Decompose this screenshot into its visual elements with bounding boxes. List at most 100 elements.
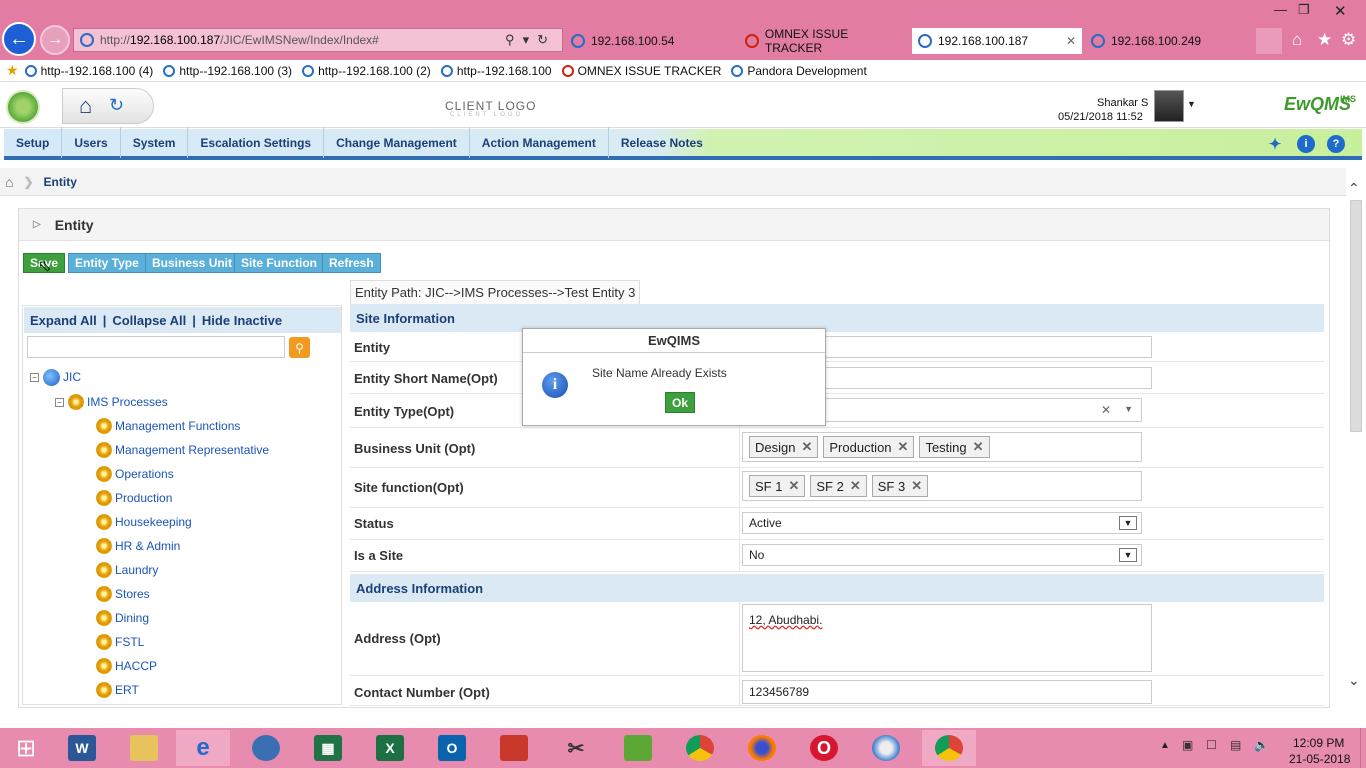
info-icon[interactable]: i [1297, 135, 1315, 153]
tree-node-group[interactable]: − IMS Processes [30, 390, 269, 414]
collapse-all-link[interactable]: Collapse All [112, 313, 186, 328]
status-select[interactable]: Active ▼ [742, 512, 1142, 534]
remove-chip-icon[interactable]: ✕ [973, 439, 984, 455]
firefox-app[interactable] [740, 730, 784, 766]
remove-chip-icon[interactable]: ✕ [911, 478, 922, 494]
menu-release-notes[interactable]: Release Notes [609, 127, 715, 158]
show-desktop-button[interactable] [1360, 728, 1366, 768]
business-unit-button[interactable]: Business Unit [145, 253, 240, 273]
excel-app[interactable]: X [368, 730, 412, 766]
ok-button[interactable]: Ok [665, 392, 695, 413]
chevron-down-icon[interactable]: ▼ [1119, 548, 1137, 562]
tree-node[interactable]: ERT [96, 678, 269, 702]
tab-1[interactable]: 192.168.100.54 [565, 28, 733, 54]
network-icon[interactable]: ▤ [1230, 738, 1241, 752]
tree-node[interactable]: Housekeeping [96, 510, 269, 534]
chrome-app-active[interactable] [922, 730, 976, 766]
tree-node[interactable]: Dining [96, 606, 269, 630]
site-function-button[interactable]: Site Function [234, 253, 324, 273]
tree-node[interactable]: HR & Admin [96, 534, 269, 558]
clock-time[interactable]: 12:09 PM [1293, 736, 1344, 750]
refresh-icon[interactable]: ↻ [109, 95, 124, 116]
contact-number-input[interactable]: 123456789 [742, 680, 1152, 704]
close-icon[interactable]: ✕ [1334, 2, 1347, 20]
favorites-star-icon[interactable]: ★ [6, 62, 19, 79]
start-button[interactable]: ⊞ [4, 730, 48, 766]
scroll-up-icon[interactable]: ⌃ [1348, 180, 1360, 197]
word-app[interactable]: W [60, 730, 104, 766]
menu-users[interactable]: Users [62, 127, 121, 158]
favorite-link[interactable]: http--192.168.100 (4) [24, 64, 153, 78]
chart-app[interactable] [616, 730, 660, 766]
home-icon[interactable]: ⌂ [1292, 30, 1302, 50]
scroll-down-icon[interactable]: ⌄ [1348, 672, 1360, 689]
tree-node[interactable]: Laundry [96, 558, 269, 582]
tab-close-icon[interactable]: ✕ [1066, 34, 1076, 48]
home-icon[interactable]: ⌂ [79, 93, 92, 119]
menu-action-management[interactable]: Action Management [470, 127, 609, 158]
favorite-link[interactable]: OMNEX ISSUE TRACKER [561, 64, 721, 78]
opera-app[interactable]: O [802, 730, 846, 766]
refresh-button[interactable]: Refresh [322, 253, 381, 273]
address-textarea[interactable]: 12, Abudhabi. [742, 604, 1152, 672]
hide-inactive-link[interactable]: Hide Inactive [202, 313, 282, 328]
settings-gear-icon[interactable]: ⚙ [1341, 30, 1356, 50]
ie-app-active[interactable]: e [176, 730, 230, 766]
pin-icon[interactable]: ✦ [1266, 135, 1284, 153]
address-tools[interactable]: ⚲▾↻ [505, 32, 556, 48]
site-function-multiselect[interactable]: SF 1 ✕ SF 2 ✕ SF 3 ✕ [742, 471, 1142, 501]
business-unit-multiselect[interactable]: Design ✕ Production ✕ Testing ✕ [742, 432, 1142, 462]
chevron-down-icon[interactable]: ▼ [1119, 516, 1137, 530]
forward-button[interactable]: → [40, 25, 70, 55]
menu-setup[interactable]: Setup [4, 127, 63, 158]
favorites-star-icon[interactable]: ★ [1317, 30, 1332, 50]
tab-3-active[interactable]: 192.168.100.187 ✕ [912, 28, 1082, 54]
favorite-link[interactable]: http--192.168.100 (3) [163, 64, 292, 78]
chrome-app[interactable] [678, 730, 722, 766]
entity-type-button[interactable]: Entity Type [68, 253, 146, 273]
safari-app[interactable] [864, 730, 908, 766]
snipping-tool-app[interactable]: ✂ [554, 730, 598, 766]
clock-date[interactable]: 21-05-2018 [1289, 752, 1350, 766]
tray-chevron-up-icon[interactable]: ▲ [1160, 740, 1170, 751]
chevron-down-icon[interactable]: ▼ [1187, 99, 1196, 109]
back-button[interactable]: ← [2, 22, 36, 56]
remove-chip-icon[interactable]: ✕ [788, 478, 799, 494]
collapse-toggle-icon[interactable]: − [55, 397, 64, 407]
tray-pdf-icon[interactable]: ☐ [1206, 738, 1217, 752]
favorite-link[interactable]: http--192.168.100 [440, 64, 552, 78]
scrollbar-thumb[interactable] [1350, 200, 1362, 432]
tree-search-input[interactable] [27, 336, 285, 358]
remove-chip-icon[interactable]: ✕ [850, 478, 861, 494]
favorite-link[interactable]: http--192.168.100 (2) [302, 64, 431, 78]
address-bar[interactable]: http://192.168.100.187/JIC/EwIMSNew/Inde… [73, 28, 563, 52]
minimize-icon[interactable]: — [1274, 2, 1287, 17]
new-tab-button[interactable] [1256, 28, 1282, 54]
tree-node[interactable]: Production [96, 486, 269, 510]
tab-4[interactable]: 192.168.100.249 [1085, 28, 1253, 54]
is-site-select[interactable]: No ▼ [742, 544, 1142, 566]
collapse-arrow-icon[interactable]: ▷ [33, 219, 41, 230]
expand-all-link[interactable]: Expand All [30, 313, 97, 328]
remove-chip-icon[interactable]: ✕ [898, 439, 909, 455]
tree-node[interactable]: HACCP [96, 654, 269, 678]
menu-change-management[interactable]: Change Management [324, 127, 470, 158]
favorite-link[interactable]: Pandora Development [731, 64, 867, 78]
tree-node[interactable]: Management Representative [96, 438, 269, 462]
help-icon[interactable]: ? [1327, 135, 1345, 153]
tree-node-root[interactable]: − JIC [30, 365, 269, 389]
paint-app[interactable] [492, 730, 536, 766]
dropdown-icon[interactable]: ▾ [523, 32, 538, 47]
tray-app-icon[interactable]: ▣ [1182, 738, 1193, 752]
volume-muted-icon[interactable]: 🔈 [1254, 738, 1269, 752]
menu-system[interactable]: System [121, 127, 189, 158]
tab-2[interactable]: OMNEX ISSUE TRACKER [739, 27, 907, 55]
tree-node[interactable]: Management Functions [96, 414, 269, 438]
file-explorer-app[interactable] [122, 730, 166, 766]
collapse-toggle-icon[interactable]: − [30, 372, 39, 382]
tree-node[interactable]: Stores [96, 582, 269, 606]
thunderbird-app[interactable] [244, 730, 288, 766]
project-app[interactable]: ▦ [306, 730, 350, 766]
tree-node[interactable]: FSTL [96, 630, 269, 654]
clear-icon[interactable]: ✕ [1101, 403, 1111, 417]
